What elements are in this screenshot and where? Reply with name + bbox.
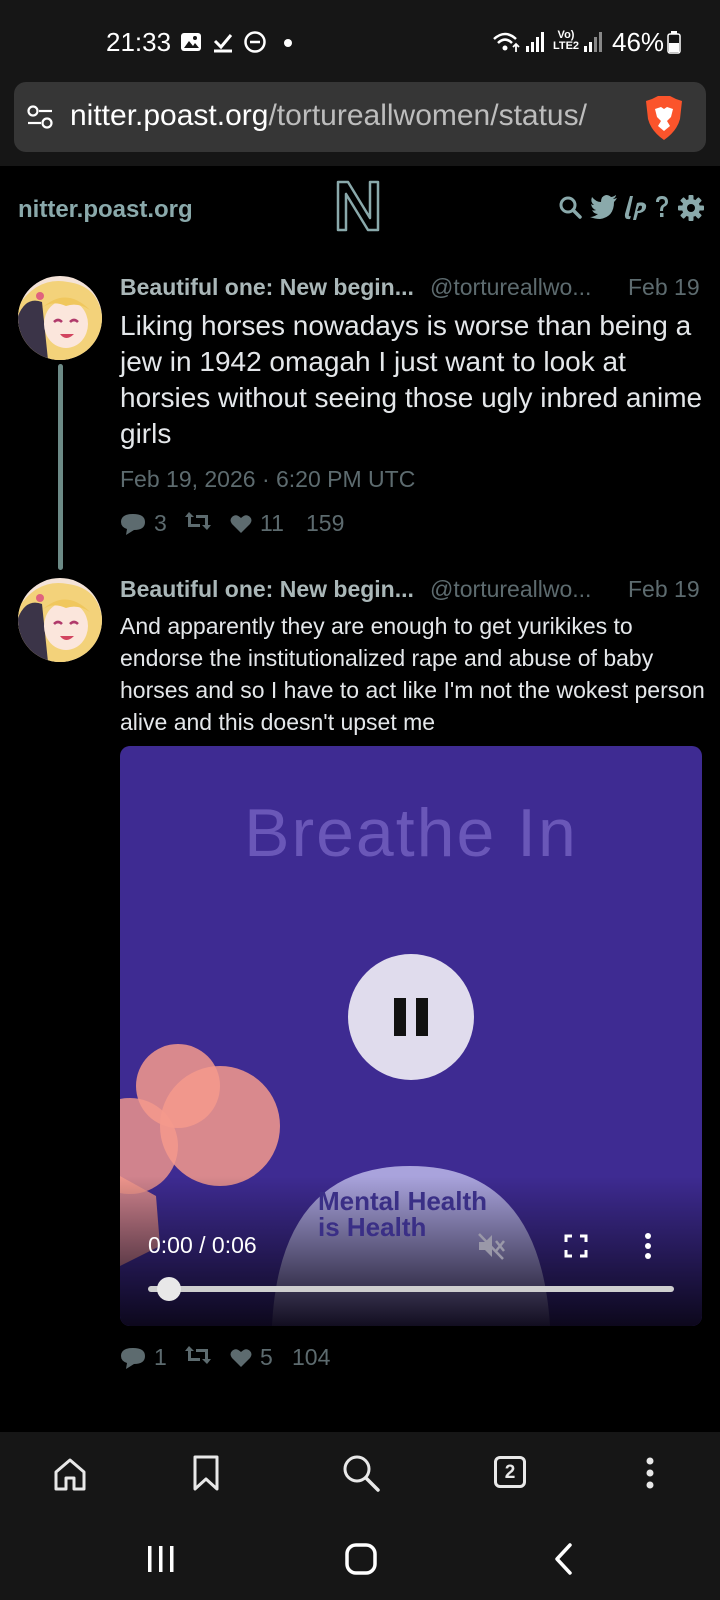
- like-count: 5: [260, 1344, 273, 1370]
- site-name-link[interactable]: nitter.poast.org: [18, 196, 193, 224]
- video-brand-line2: is Health: [318, 1212, 427, 1242]
- video-frame-title: Breathe In: [244, 795, 578, 871]
- view-count: 159: [306, 510, 345, 536]
- heart-icon: [230, 1348, 252, 1367]
- video-more-options-icon[interactable]: [642, 1232, 654, 1260]
- url-text[interactable]: nitter.poast.org/tortureallwomen/status/: [70, 99, 630, 133]
- comment-icon: [121, 513, 145, 535]
- pause-icon: [394, 998, 428, 1036]
- nitter-logo-icon[interactable]: [334, 178, 382, 234]
- checkmark-icon: [213, 34, 233, 53]
- back-icon[interactable]: [552, 1542, 576, 1576]
- video-time: 0:00 / 0:06: [148, 1232, 257, 1258]
- retweet-stat[interactable]: [184, 510, 212, 532]
- view-count: 104: [292, 1344, 331, 1370]
- retweet-icon: [185, 512, 211, 530]
- pause-button[interactable]: [348, 954, 474, 1080]
- like-stat[interactable]: 11: [230, 510, 284, 537]
- heart-icon: [230, 514, 252, 533]
- retweet-icon: [185, 1346, 211, 1364]
- wifi-icon: [493, 32, 520, 52]
- search-icon[interactable]: [558, 195, 582, 219]
- recent-apps-icon[interactable]: [146, 1544, 176, 1574]
- tweet-text: And apparently they are enough to get yu…: [120, 613, 705, 735]
- reply-count: 1: [154, 1344, 167, 1370]
- video-brand-line1: Mental Health: [318, 1186, 488, 1216]
- battery-percent: 46%: [612, 27, 665, 57]
- tweet-author-handle[interactable]: @tortureallwo...: [430, 274, 591, 301]
- avatar[interactable]: [18, 276, 102, 360]
- twitter-icon[interactable]: [590, 195, 618, 219]
- avatar-anime-girl-icon: [18, 578, 102, 662]
- video-progress-thumb[interactable]: [157, 1277, 182, 1301]
- tabs-button[interactable]: 2: [494, 1456, 526, 1488]
- video-player[interactable]: Breathe In Mental Health is Health 0:00 …: [120, 746, 702, 1326]
- network-type-label: Vo) LTE2: [552, 29, 580, 52]
- url-domain: nitter.poast.org: [70, 99, 269, 132]
- tweet-date[interactable]: Feb 19: [628, 274, 700, 301]
- reply-count: 3: [154, 510, 167, 536]
- site-settings-icon[interactable]: [26, 104, 54, 130]
- tweet-author-name[interactable]: Beautiful one: New begin...: [120, 576, 414, 603]
- bookmark-icon[interactable]: [192, 1454, 220, 1492]
- reply-stat[interactable]: 1: [120, 1344, 167, 1371]
- fullscreen-icon[interactable]: [564, 1234, 588, 1258]
- settings-gear-icon[interactable]: [678, 195, 704, 221]
- video-progress-bar[interactable]: [148, 1286, 674, 1292]
- brave-shields-icon[interactable]: [644, 95, 684, 141]
- comment-icon: [121, 1347, 145, 1369]
- url-path: /tortureallwomen/status/: [268, 99, 587, 132]
- tweet-date[interactable]: Feb 19: [628, 576, 700, 603]
- home-button-icon[interactable]: [344, 1542, 378, 1576]
- tab-count: 2: [504, 1462, 516, 1483]
- help-icon[interactable]: [654, 195, 670, 219]
- like-stat[interactable]: 5: [230, 1344, 273, 1371]
- retweet-stat[interactable]: [184, 1344, 212, 1366]
- tweet-author-handle[interactable]: @tortureallwo...: [430, 576, 591, 603]
- reply-stat[interactable]: 3: [120, 510, 167, 537]
- like-count: 11: [260, 510, 284, 536]
- mute-icon[interactable]: [476, 1232, 506, 1260]
- search-icon[interactable]: [342, 1454, 380, 1492]
- tweet-author-name[interactable]: Beautiful one: New begin...: [120, 274, 414, 301]
- gallery-icon: [181, 33, 201, 51]
- battery-icon: [667, 31, 681, 54]
- video-brand-text: Mental Health is Health: [318, 1188, 487, 1240]
- notification-dot-icon: [284, 39, 292, 47]
- thread-line: [58, 364, 63, 570]
- home-icon[interactable]: [52, 1456, 88, 1492]
- tweet-text: Liking horses nowadays is worse than bei…: [120, 310, 703, 449]
- avatar[interactable]: [18, 578, 102, 662]
- signal-secondary-icon: [584, 32, 602, 52]
- status-time: 21:33: [106, 27, 172, 57]
- tweet-timestamp[interactable]: Feb 19, 2026 · 6:20 PM UTC: [120, 466, 415, 493]
- liberapay-icon[interactable]: [624, 195, 648, 221]
- browser-menu-icon[interactable]: [644, 1456, 656, 1490]
- avatar-anime-girl-icon: [18, 276, 102, 360]
- do-not-disturb-icon: [244, 31, 266, 53]
- signal-icon: [526, 32, 544, 52]
